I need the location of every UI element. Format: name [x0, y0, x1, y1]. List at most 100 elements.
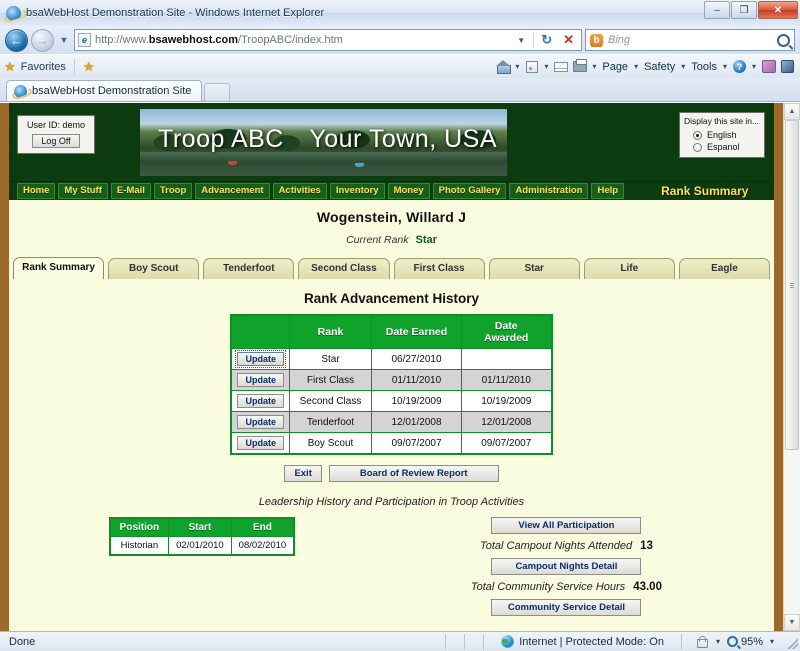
tab-second-class[interactable]: Second Class: [298, 258, 390, 279]
column-header-end: End: [230, 517, 295, 537]
nav-item-troop[interactable]: Troop: [153, 183, 193, 199]
new-tab-button[interactable]: [204, 83, 231, 101]
page-scrollbar[interactable]: ▲ ▼: [783, 103, 800, 631]
addon-pink-icon[interactable]: [760, 59, 777, 75]
forward-button[interactable]: →: [31, 28, 54, 52]
update-button[interactable]: Update: [235, 350, 286, 368]
browser-tab[interactable]: bsaWebHost Demonstration Site: [6, 80, 203, 101]
print-dropdown-icon[interactable]: ▾: [590, 62, 598, 71]
refresh-icon[interactable]: ↻: [538, 32, 555, 48]
zoom-dropdown-icon[interactable]: ▾: [766, 637, 778, 646]
nav-item-e-mail[interactable]: E-Mail: [110, 183, 151, 199]
table-cell-action: Update: [230, 411, 291, 433]
zoom-icon[interactable]: [724, 633, 741, 650]
tab-favicon-icon: [14, 84, 27, 98]
banner-canoe-red: [228, 161, 237, 165]
scrollbar-thumb[interactable]: [785, 120, 799, 450]
campout-nights-detail-button[interactable]: Campout Nights Detail: [491, 558, 642, 575]
table-cell-action: Update: [230, 369, 291, 391]
minimize-button[interactable]: –: [704, 1, 730, 19]
tab-star[interactable]: Star: [488, 258, 580, 279]
board-of-review-report-button[interactable]: Board of Review Report: [328, 465, 499, 482]
update-button[interactable]: Update: [237, 394, 284, 408]
tab-boy-scout[interactable]: Boy Scout: [108, 258, 200, 279]
safety-menu[interactable]: Safety: [642, 61, 677, 73]
view-all-participation-button[interactable]: View All Participation: [491, 517, 642, 534]
security-zone[interactable]: Internet | Protected Mode: On: [493, 635, 672, 648]
close-button[interactable]: ✕: [758, 1, 798, 19]
page-menu[interactable]: Page: [600, 61, 630, 73]
update-button[interactable]: Update: [237, 436, 284, 450]
tab-first-class[interactable]: First Class: [393, 258, 485, 279]
banner-troop-name: Troop ABC: [158, 125, 284, 153]
tab-eagle[interactable]: Eagle: [678, 258, 770, 279]
back-button[interactable]: ←: [5, 28, 28, 52]
nav-item-inventory[interactable]: Inventory: [329, 183, 385, 199]
feeds-dropdown-icon[interactable]: ▾: [542, 62, 550, 71]
maximize-button[interactable]: ❐: [731, 1, 757, 19]
help-dropdown-icon[interactable]: ▾: [750, 62, 758, 71]
radio-espanol-icon[interactable]: [693, 142, 702, 152]
banner-town-name: Your Town, USA: [309, 125, 497, 153]
table-row: Update First Class 01/11/2010 01/11/2010: [230, 369, 552, 391]
banner-canoe-blue: [355, 163, 364, 167]
home-icon[interactable]: [494, 59, 511, 75]
language-option-english[interactable]: English: [684, 129, 760, 141]
history-dropdown-icon[interactable]: ▼: [57, 35, 71, 45]
nav-item-my-stuff[interactable]: My Stuff: [58, 183, 108, 199]
current-rank-value: Star: [415, 234, 437, 246]
nav-item-money[interactable]: Money: [387, 183, 430, 199]
tools-menu[interactable]: Tools: [689, 61, 719, 73]
nav-item-home[interactable]: Home: [17, 183, 56, 199]
scroll-down-button[interactable]: ▼: [784, 614, 800, 631]
tab-rank-summary[interactable]: Rank Summary: [13, 257, 105, 279]
nav-item-photo-gallery[interactable]: Photo Gallery: [432, 183, 507, 199]
page-dropdown-icon[interactable]: ▾: [632, 62, 640, 71]
tab-tenderfoot[interactable]: Tenderfoot: [203, 258, 295, 279]
scroll-up-button[interactable]: ▲: [784, 103, 800, 120]
page-content: Wogenstein, Willard J Current Rank Star R…: [9, 200, 774, 631]
nav-item-advancement[interactable]: Advancement: [195, 183, 270, 199]
log-off-button[interactable]: Log Off: [32, 134, 80, 148]
home-dropdown-icon[interactable]: ▾: [513, 62, 521, 71]
campout-nights-stat: Total Campout Nights Attended 13: [480, 540, 653, 552]
feeds-icon[interactable]: [523, 59, 540, 75]
add-favorite-icon[interactable]: ★: [83, 59, 95, 75]
tools-dropdown-icon[interactable]: ▾: [721, 62, 729, 71]
divider: [483, 634, 485, 649]
update-button[interactable]: Update: [237, 415, 284, 429]
help-icon[interactable]: ?: [731, 59, 748, 75]
address-input[interactable]: http://www.bsawebhost.com/TroopABC/index…: [74, 29, 582, 51]
safety-dropdown-icon[interactable]: ▾: [679, 62, 687, 71]
nav-item-administration[interactable]: Administration: [509, 183, 589, 199]
resize-grip[interactable]: [784, 634, 798, 649]
community-service-detail-button[interactable]: Community Service Detail: [491, 599, 642, 616]
addon-blue-icon[interactable]: [779, 59, 796, 75]
browser-tab-label: bsaWebHost Demonstration Site: [32, 85, 192, 97]
search-input[interactable]: b Bing: [585, 29, 795, 51]
zoom-control[interactable]: ▾ 95% ▾: [691, 633, 782, 650]
divider: [533, 32, 535, 48]
update-button[interactable]: Update: [237, 373, 284, 387]
scrollbar-track[interactable]: [784, 120, 800, 614]
site-header: User ID: demo Log Off Troop ABC Your Tow…: [9, 103, 774, 181]
favorites-star-icon[interactable]: ★: [4, 59, 16, 75]
tab-life[interactable]: Life: [583, 258, 675, 279]
stop-icon[interactable]: ✕: [559, 32, 578, 48]
rank-table-container: Rank Date Earned Date Awarded Update Sta…: [9, 314, 774, 455]
protected-mode-dropdown-icon[interactable]: ▾: [712, 637, 724, 646]
address-dropdown-icon[interactable]: ▼: [513, 36, 529, 45]
table-cell-action: Update: [230, 432, 291, 455]
nav-item-help[interactable]: Help: [591, 183, 625, 199]
radio-english-icon[interactable]: [693, 130, 702, 140]
table-cell-end: 08/02/2010: [230, 536, 295, 556]
exit-button[interactable]: Exit: [284, 465, 322, 482]
print-icon[interactable]: [571, 59, 588, 75]
nav-item-activities[interactable]: Activities: [272, 183, 327, 199]
search-icon[interactable]: [774, 30, 793, 50]
read-mail-icon[interactable]: [552, 59, 569, 75]
command-bar: ★ Favorites ★ ▾ ▾ ▾ Page ▾ Safety ▾ Tool…: [0, 54, 800, 78]
favorites-label[interactable]: Favorites: [21, 61, 66, 73]
table-cell-action: Update: [230, 390, 291, 412]
language-option-espanol[interactable]: Espanol: [684, 141, 760, 153]
